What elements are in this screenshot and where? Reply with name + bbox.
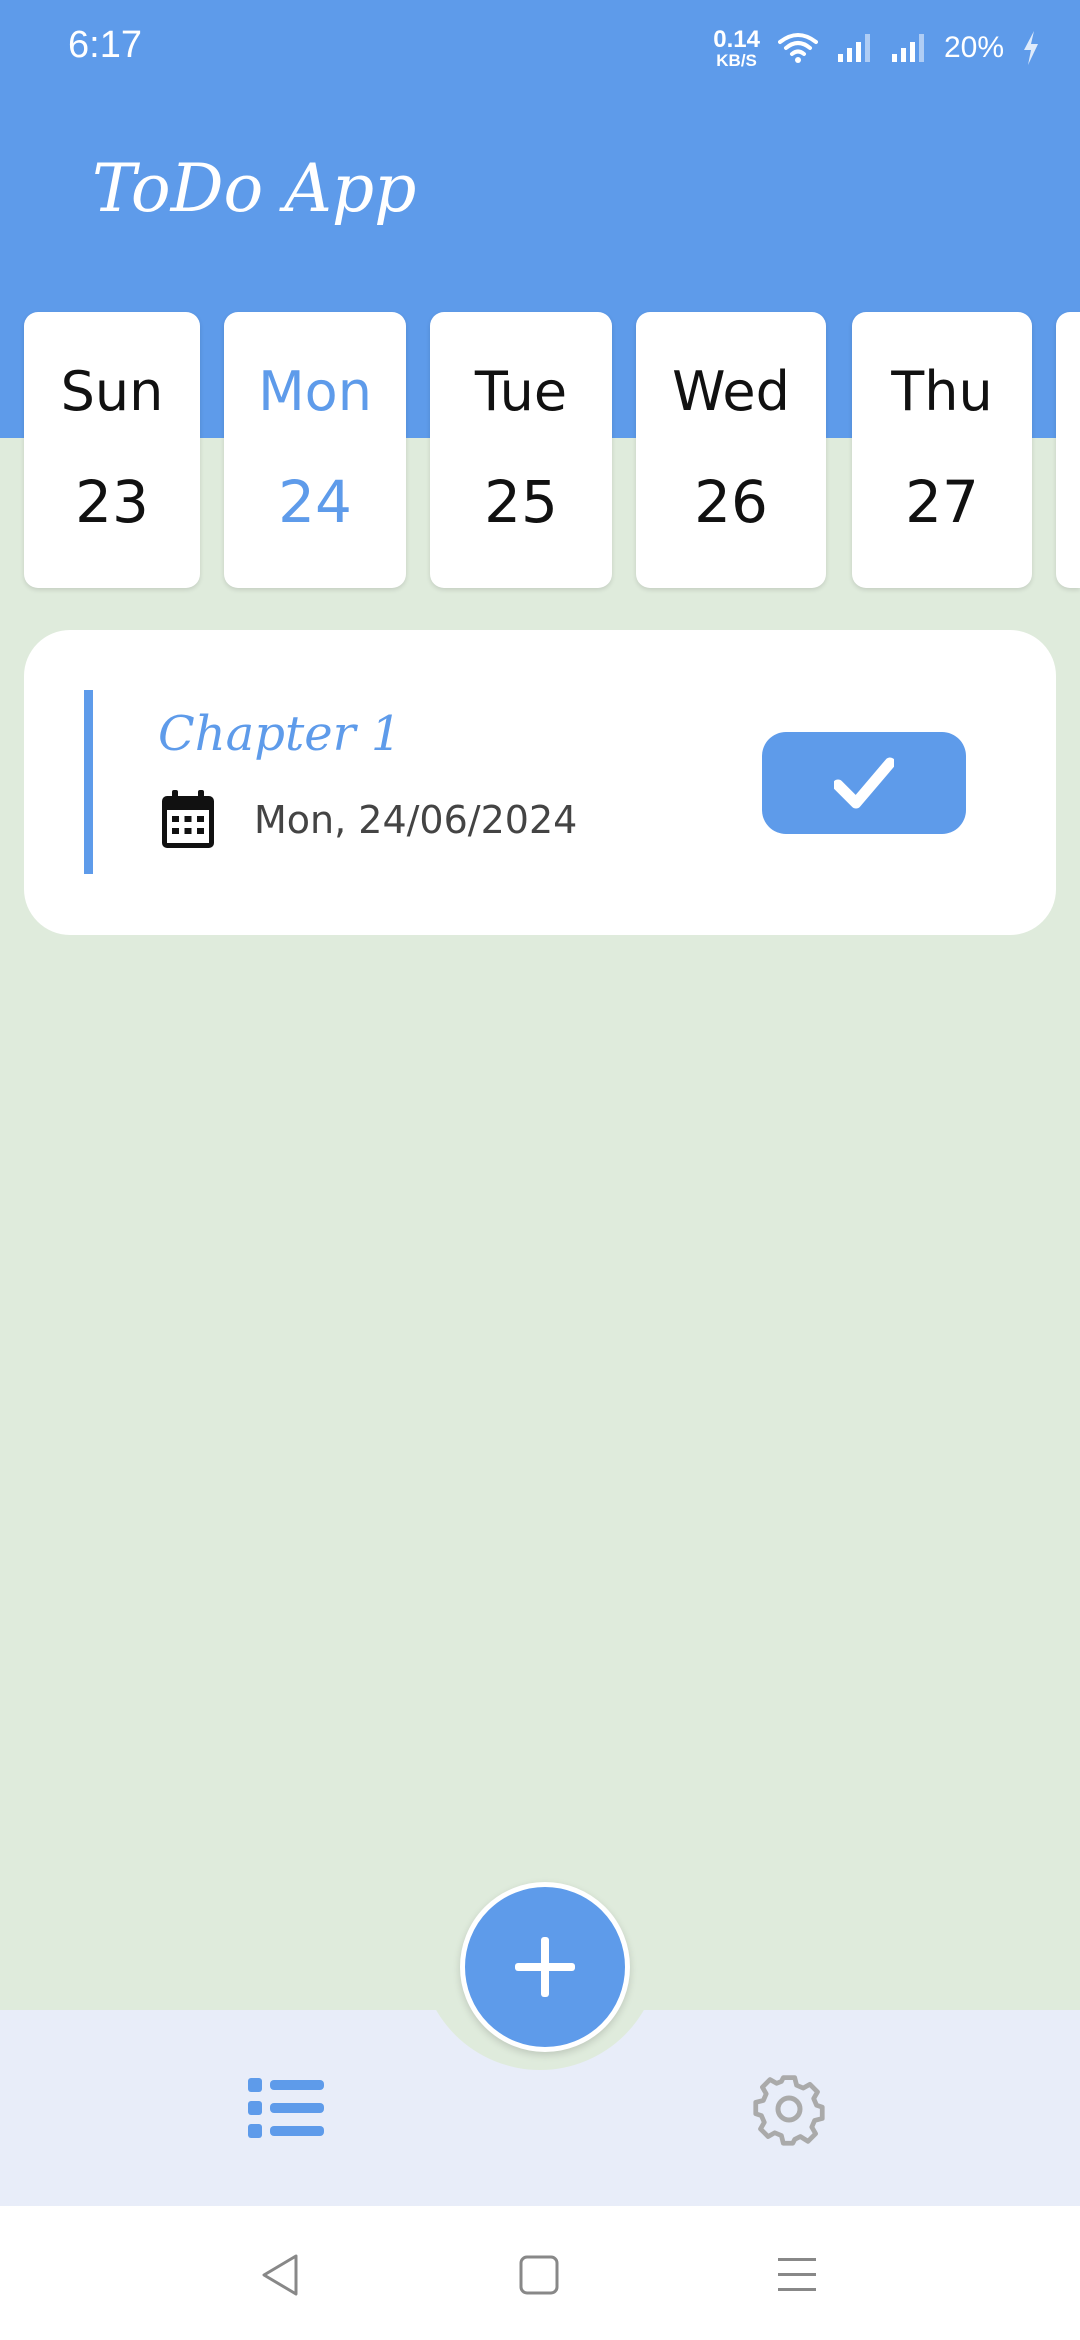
plus-icon (515, 1937, 575, 1997)
back-icon[interactable] (258, 2252, 304, 2298)
day-sun[interactable]: Sun 23 (24, 312, 200, 588)
signal-icon-sim2 (891, 34, 924, 62)
battery-level: 20% (943, 31, 1004, 64)
list-icon[interactable] (248, 2076, 324, 2140)
task-date: Mon, 24/06/2024 (254, 798, 578, 842)
network-speed-value: 0.14 (713, 25, 760, 53)
day-name: Tue (474, 360, 568, 423)
day-name: Thu (891, 360, 993, 423)
check-icon (834, 757, 894, 809)
task-card[interactable]: Chapter 1 Mon, 24/06/2024 (24, 630, 1056, 935)
gear-icon[interactable] (752, 2072, 826, 2146)
day-tue[interactable]: Tue 25 (430, 312, 612, 588)
network-speed: 0.14 KB/S (713, 25, 760, 70)
day-number: 25 (484, 468, 558, 536)
recents-menu-icon[interactable] (774, 2252, 820, 2298)
status-time: 6:17 (68, 24, 142, 66)
day-number: 23 (75, 468, 149, 536)
task-accent-bar (84, 690, 93, 874)
status-icons: 0.14 KB/S 20% (713, 24, 1040, 72)
day-next-partial[interactable] (1056, 312, 1080, 588)
calendar-icon (162, 790, 214, 848)
system-navigation-bar (0, 2206, 1080, 2340)
wifi-icon (777, 33, 818, 63)
task-title: Chapter 1 (158, 706, 402, 762)
complete-task-button[interactable] (762, 732, 966, 834)
signal-icon-sim1 (837, 34, 870, 62)
app-title: ToDo App (92, 150, 417, 227)
network-speed-unit: KB/S (716, 50, 757, 70)
day-thu[interactable]: Thu 27 (852, 312, 1032, 588)
day-name: Sun (60, 360, 164, 423)
day-name: Mon (258, 360, 372, 423)
day-selector: Sun 23 Mon 24 Tue 25 Wed 26 Thu 27 (0, 312, 1080, 588)
charging-icon (1024, 31, 1038, 65)
day-wed[interactable]: Wed 26 (636, 312, 826, 588)
day-mon[interactable]: Mon 24 (224, 312, 406, 588)
day-number: 26 (694, 468, 768, 536)
day-number: 24 (278, 468, 352, 536)
home-icon[interactable] (516, 2252, 562, 2298)
add-task-button[interactable] (460, 1882, 630, 2052)
status-bar: 6:17 0.14 KB/S 20% (0, 0, 1080, 96)
day-number: 27 (905, 468, 979, 536)
day-name: Wed (672, 360, 790, 423)
